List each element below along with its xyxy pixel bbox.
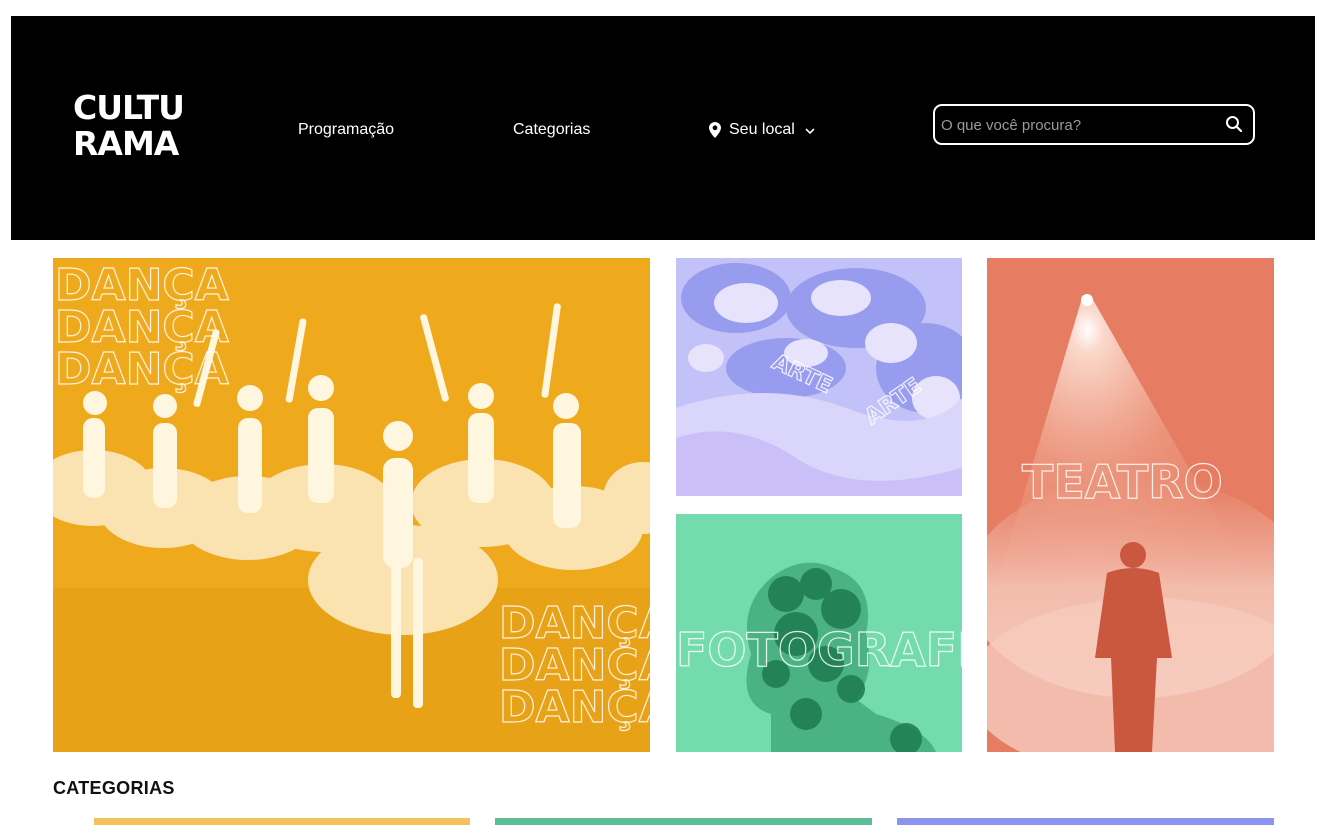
- danca-watermark: DANÇA: [499, 682, 650, 733]
- featured-tile-arte[interactable]: ARTE ARTE: [676, 258, 962, 496]
- logo-line-1: CULTU: [73, 88, 185, 127]
- photography-image: FOTOGRAFIA: [676, 514, 962, 752]
- category-card[interactable]: [897, 818, 1274, 825]
- search-box[interactable]: [933, 104, 1255, 145]
- culturama-logo[interactable]: CULTU RAMA: [73, 90, 193, 172]
- featured-tile-danca[interactable]: DANÇA DANÇA DANÇA DANÇA DANÇA DANÇA: [53, 258, 650, 752]
- art-image: ARTE ARTE: [676, 258, 962, 496]
- categories-heading: CATEGORIAS: [53, 778, 175, 798]
- search-input[interactable]: [941, 112, 1211, 138]
- danca-watermark: DANÇA: [55, 344, 229, 395]
- location-selector[interactable]: Seu local: [709, 118, 815, 142]
- category-card[interactable]: [94, 818, 470, 825]
- category-card[interactable]: [495, 818, 872, 825]
- dance-image: DANÇA DANÇA DANÇA DANÇA DANÇA DANÇA: [53, 258, 650, 752]
- nav-categorias[interactable]: Categorias: [513, 118, 590, 142]
- site-header: CULTU RAMA Programação Categorias Seu lo…: [11, 16, 1315, 240]
- chevron-down-icon: [805, 128, 815, 135]
- teatro-watermark: TEATRO: [1022, 455, 1223, 509]
- location-label: Seu local: [729, 121, 795, 138]
- nav-programacao[interactable]: Programação: [298, 118, 394, 142]
- logo-line-2: RAMA: [73, 124, 179, 163]
- featured-tile-teatro[interactable]: TEATRO: [987, 258, 1274, 752]
- search-icon[interactable]: [1225, 115, 1243, 133]
- fotografia-watermark: FOTOGRAFIA: [676, 623, 962, 677]
- theatre-image: TEATRO: [987, 258, 1274, 752]
- map-pin-icon: [709, 122, 721, 138]
- featured-tile-fotografia[interactable]: FOTOGRAFIA: [676, 514, 962, 752]
